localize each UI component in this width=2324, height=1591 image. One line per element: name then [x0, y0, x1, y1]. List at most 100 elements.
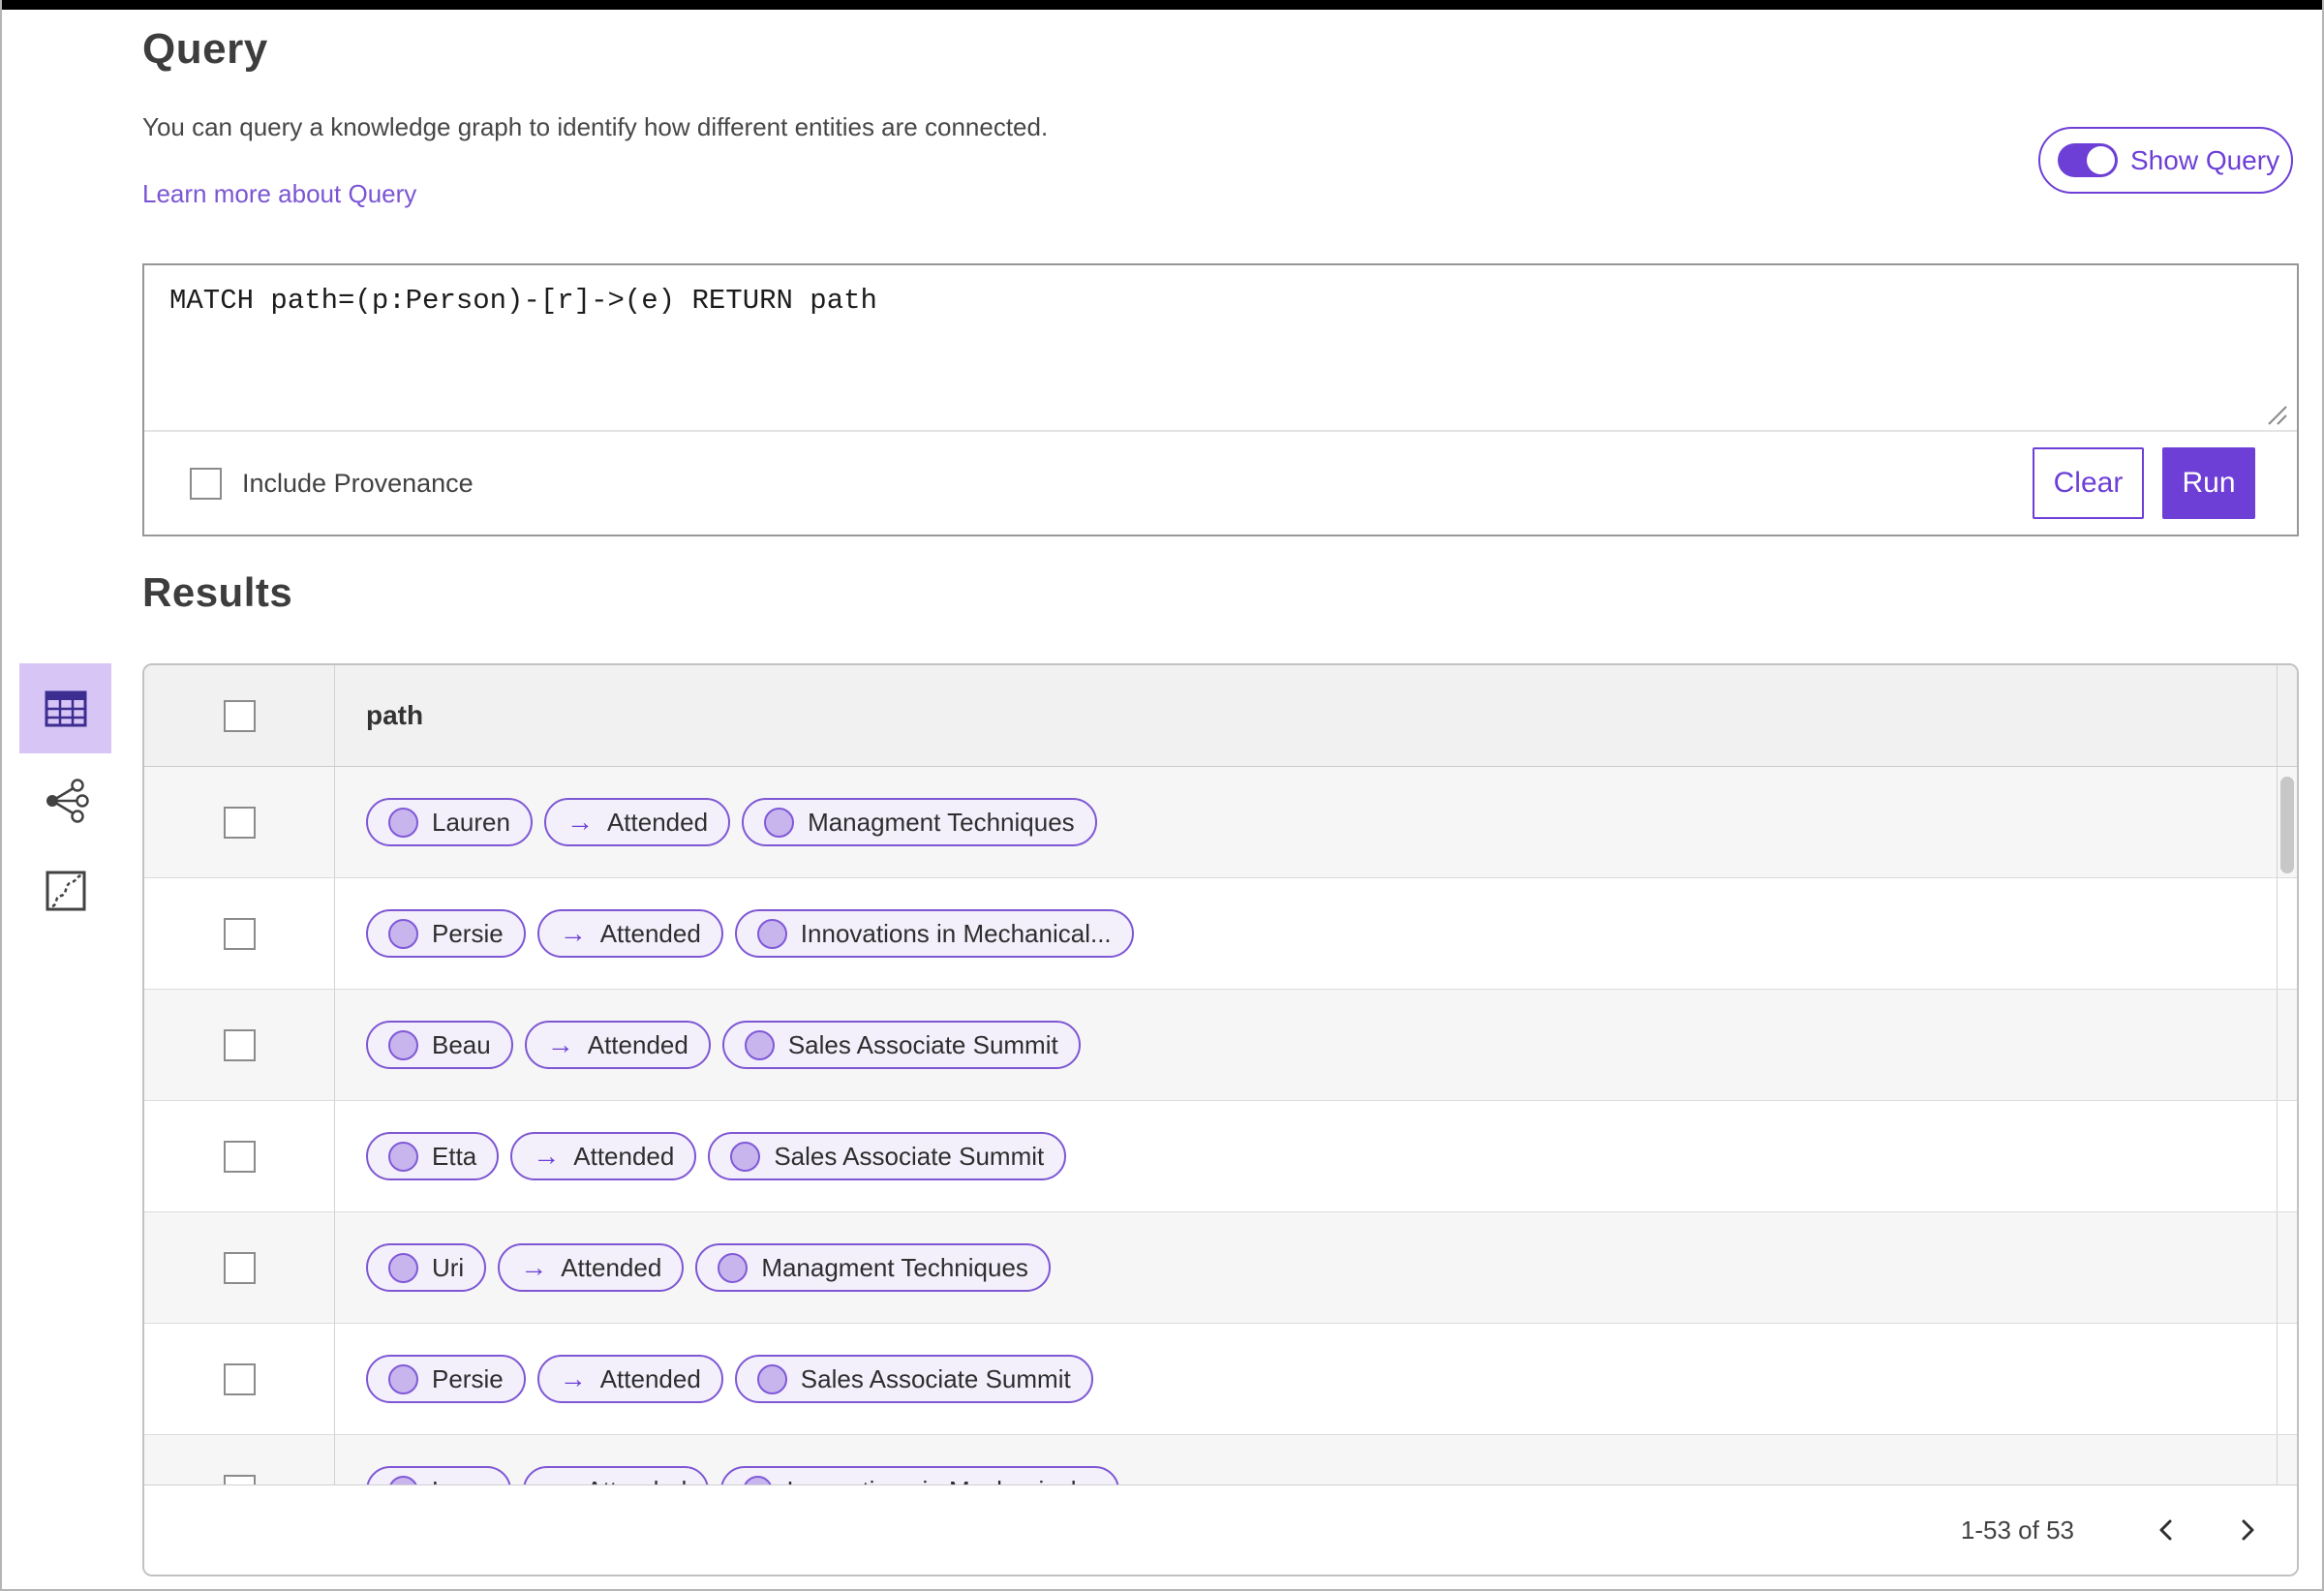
page-title: Query [142, 25, 268, 73]
target-node-pill[interactable]: Sales Associate Summit [708, 1132, 1067, 1180]
next-page-button[interactable] [2225, 1509, 2268, 1551]
chart-icon [46, 871, 85, 911]
show-query-toggle[interactable]: Show Query [2038, 127, 2293, 194]
toggle-on-icon[interactable] [2058, 143, 2118, 177]
edge-pill[interactable]: → Attended [543, 798, 731, 846]
query-input[interactable]: MATCH path=(p:Person)-[r]->(e) RETURN pa… [144, 265, 2297, 432]
table-row: Uri → Attended Managment Techniques [144, 1212, 2297, 1324]
node-circle-icon [756, 918, 787, 949]
target-node-pill[interactable]: Managment Techniques [742, 798, 1097, 846]
window-top-bar [2, 0, 2322, 10]
vertical-scrollbar-thumb[interactable] [2280, 777, 2294, 873]
target-node-label: Sales Associate Summit [774, 1141, 1045, 1171]
row-checkbox[interactable] [223, 917, 256, 950]
source-node-label: Persie [432, 1363, 504, 1393]
node-circle-icon [388, 1252, 418, 1283]
include-provenance-label: Include Provenance [242, 468, 474, 498]
row-checkbox-cell [144, 1101, 335, 1211]
row-checkbox[interactable] [223, 1028, 256, 1061]
edge-label: Attended [599, 918, 701, 948]
row-path-cell: Persie → Attended Innovations in Mechani… [335, 878, 2278, 989]
edge-label: Attended [561, 1252, 662, 1282]
row-checkbox-cell [144, 990, 335, 1100]
source-node-pill[interactable]: Lauren [366, 798, 533, 846]
target-node-label: Managment Techniques [808, 807, 1075, 837]
target-node-label: Managment Techniques [761, 1252, 1028, 1282]
source-node-label: Lauren [432, 807, 510, 837]
row-path-cell: Persie → Attended Sales Associate Summit [335, 1324, 2278, 1434]
arrow-right-icon: → [520, 1252, 548, 1282]
row-checkbox[interactable] [223, 1362, 256, 1395]
edge-pill[interactable]: → Attended [536, 1355, 723, 1403]
edge-label: Attended [606, 807, 709, 837]
source-node-pill[interactable]: Uri [366, 1243, 487, 1292]
table-view-button[interactable] [19, 663, 111, 753]
pagination-range-label: 1-53 of 53 [1960, 1515, 2074, 1545]
row-path-cell: Lauren → Attended Managment Techniques [335, 767, 2278, 877]
edge-pill[interactable]: → Attended [510, 1132, 697, 1180]
query-actions-bar: Include Provenance Clear Run [144, 432, 2297, 535]
results-table: path Lauren → Attended Managment Techniq… [142, 663, 2299, 1576]
source-node-label: Persie [432, 918, 504, 948]
row-checkbox-cell [144, 767, 335, 877]
table-row: Lauren → Attended Managment Techniques [144, 767, 2297, 878]
target-node-pill[interactable]: Innovations in Mechanical... [720, 1466, 1120, 1484]
row-checkbox[interactable] [223, 1474, 256, 1484]
previous-page-button[interactable] [2146, 1509, 2188, 1551]
row-path-cell: Beau → Attended Sales Associate Summit [335, 990, 2278, 1100]
include-provenance-checkbox[interactable] [190, 467, 222, 500]
node-circle-icon [388, 1475, 418, 1484]
target-node-label: Sales Associate Summit [787, 1029, 1058, 1059]
resize-handle-icon[interactable] [2263, 401, 2290, 428]
chevron-right-icon [2242, 1519, 2254, 1541]
learn-more-link[interactable]: Learn more about Query [142, 179, 416, 209]
row-checkbox[interactable] [223, 1140, 256, 1173]
source-node-pill[interactable]: Larry [366, 1466, 512, 1485]
row-checkbox-cell [144, 1212, 335, 1323]
edge-pill[interactable]: → Attended [524, 1021, 711, 1069]
toggle-knob [2087, 146, 2115, 174]
node-circle-icon [744, 1029, 775, 1060]
source-node-pill[interactable]: Persie [366, 909, 526, 958]
node-circle-icon [388, 918, 418, 949]
run-button[interactable]: Run [2162, 447, 2255, 519]
arrow-right-icon: → [559, 918, 587, 948]
scrollbar-gutter [2278, 1324, 2297, 1434]
scrollbar-gutter [2278, 1212, 2297, 1323]
clear-button[interactable]: Clear [2033, 447, 2144, 519]
node-circle-icon [730, 1141, 761, 1172]
row-checkbox[interactable] [223, 806, 256, 839]
row-checkbox-cell [144, 1324, 335, 1434]
row-path-cell: Uri → Attended Managment Techniques [335, 1212, 2278, 1323]
chart-view-button[interactable] [19, 866, 111, 916]
source-node-label: Larry [432, 1476, 489, 1485]
target-node-pill[interactable]: Sales Associate Summit [721, 1021, 1081, 1069]
target-node-pill[interactable]: Innovations in Mechanical... [734, 909, 1134, 958]
arrow-right-icon: → [545, 1477, 572, 1485]
scrollbar-gutter [2278, 990, 2297, 1100]
select-all-checkbox[interactable] [223, 699, 256, 732]
target-node-pill[interactable]: Managment Techniques [695, 1243, 1051, 1292]
target-node-pill[interactable]: Sales Associate Summit [734, 1355, 1093, 1403]
query-panel: MATCH path=(p:Person)-[r]->(e) RETURN pa… [142, 263, 2299, 536]
node-circle-icon [388, 1363, 418, 1394]
source-node-pill[interactable]: Etta [366, 1132, 500, 1180]
pagination-bar: 1-53 of 53 [144, 1484, 2297, 1575]
header-path-cell: path [335, 665, 2278, 766]
show-query-label: Show Query [2130, 144, 2280, 175]
source-node-pill[interactable]: Persie [366, 1355, 526, 1403]
edge-pill[interactable]: → Attended [536, 909, 723, 958]
graph-view-button[interactable] [19, 776, 111, 826]
source-node-label: Beau [432, 1029, 491, 1059]
node-circle-icon [388, 1141, 418, 1172]
source-node-pill[interactable]: Beau [366, 1021, 513, 1069]
row-checkbox[interactable] [223, 1251, 256, 1284]
header-checkbox-cell [144, 665, 335, 766]
app-viewport: Query You can query a knowledge graph to… [0, 0, 2324, 1591]
edge-pill[interactable]: → Attended [498, 1243, 685, 1292]
source-node-label: Etta [432, 1141, 477, 1171]
target-node-label: Sales Associate Summit [800, 1363, 1071, 1393]
edge-pill[interactable]: → Attended [523, 1466, 710, 1485]
edge-label: Attended [599, 1363, 701, 1393]
node-circle-icon [756, 1363, 787, 1394]
